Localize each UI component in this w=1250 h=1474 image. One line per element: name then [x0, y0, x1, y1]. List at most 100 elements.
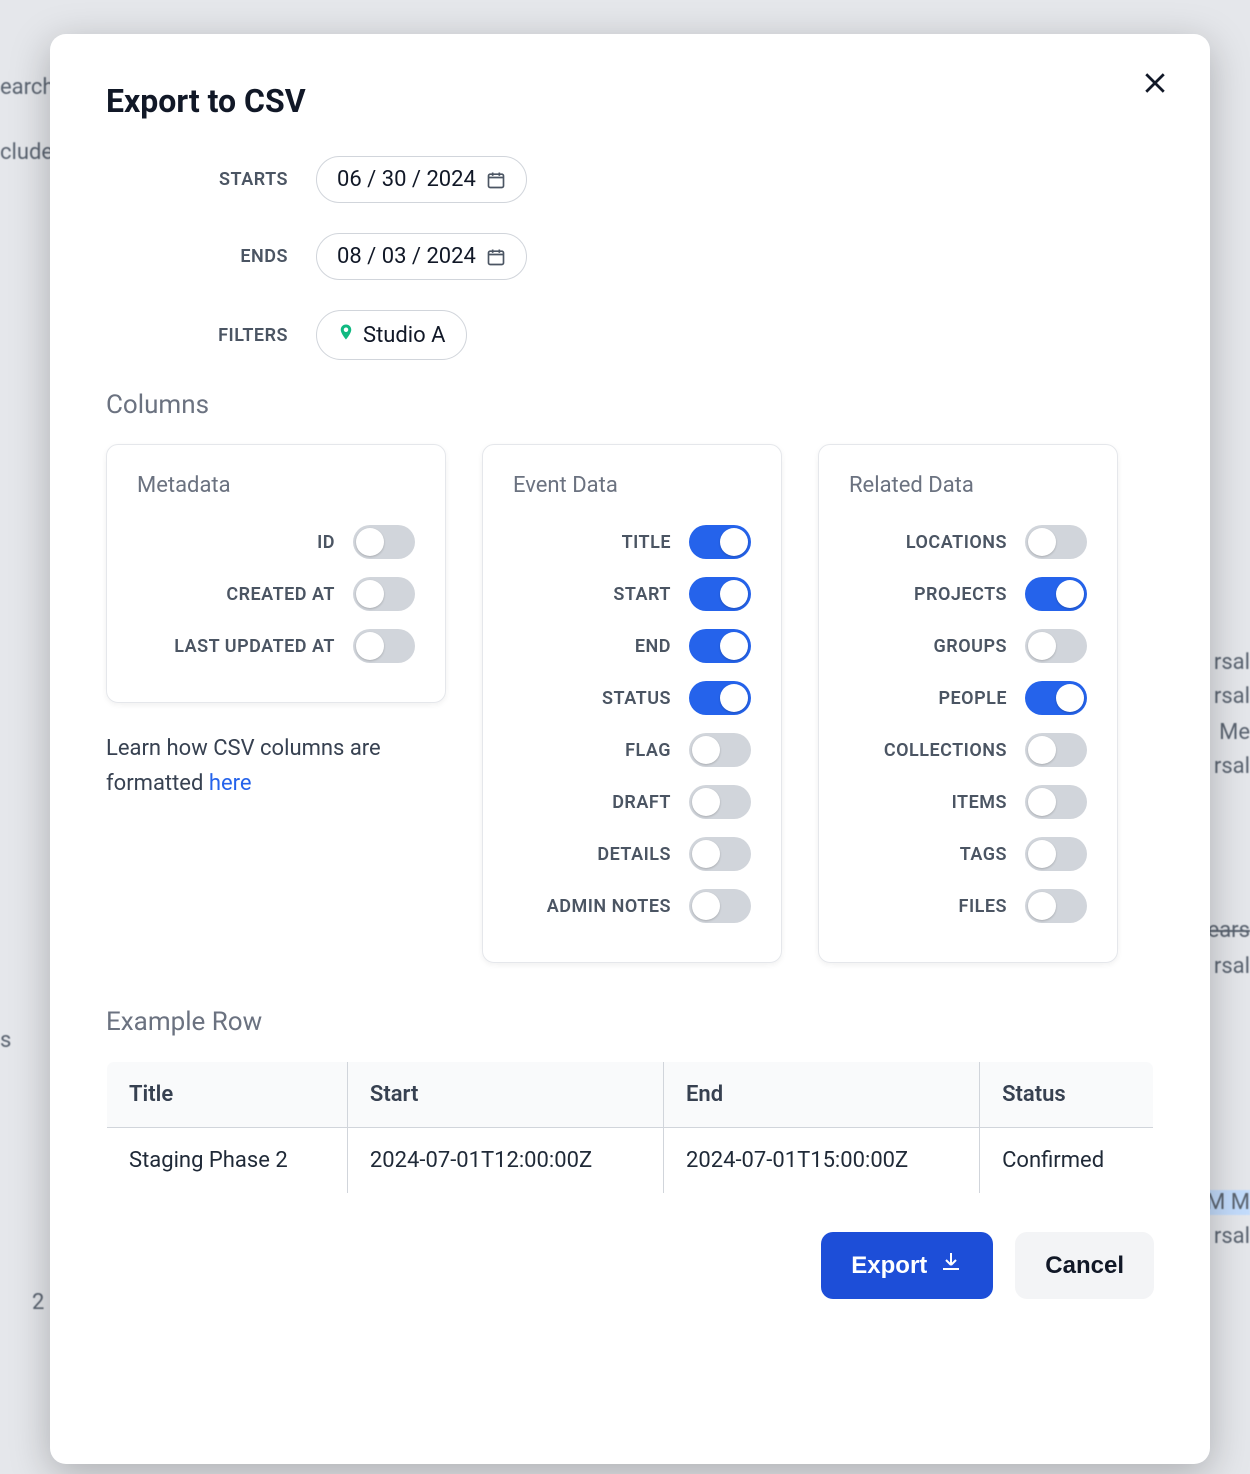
toggle-row: COLLECTIONS [849, 724, 1087, 776]
toggle-collections[interactable] [1025, 733, 1087, 767]
modal-title: Export to CSV [106, 82, 1154, 120]
export-button[interactable]: Export [821, 1232, 993, 1299]
columns-heading: Columns [106, 390, 1154, 420]
toggle-start[interactable] [689, 577, 751, 611]
bg-text: 2 [32, 1290, 44, 1315]
example-th-end: End [664, 1062, 980, 1128]
related-data-card-title: Related Data [849, 473, 1087, 498]
toggle-label: COLLECTIONS [884, 740, 1007, 761]
bg-text: rsal [1214, 684, 1250, 709]
toggle-label: STATUS [602, 688, 671, 709]
toggle-title[interactable] [689, 525, 751, 559]
export-csv-modal: Export to CSV STARTS 06 / 30 / 2024 ENDS… [50, 34, 1210, 1464]
toggle-label: DETAILS [597, 844, 671, 865]
toggle-groups[interactable] [1025, 629, 1087, 663]
toggle-row: DRAFT [513, 776, 751, 828]
toggle-row: TAGS [849, 828, 1087, 880]
example-th-start: Start [347, 1062, 663, 1128]
example-th-title: Title [107, 1062, 348, 1128]
bg-text: Me [1219, 720, 1250, 745]
modal-backdrop: earch clude s 2 rsal rsal Me rsal ears r… [0, 0, 1250, 1474]
calendar-icon [486, 247, 506, 267]
toggle-row: TITLE [513, 516, 751, 568]
metadata-card: Metadata ID CREATED AT LAST UPDATED AT [106, 444, 446, 703]
toggle-id[interactable] [353, 525, 415, 559]
toggle-row: FILES [849, 880, 1087, 932]
close-button[interactable] [1140, 68, 1170, 102]
toggle-label: LOCATIONS [906, 532, 1007, 553]
toggle-label: ITEMS [952, 792, 1007, 813]
toggle-label: DRAFT [612, 792, 671, 813]
filters-label: FILTERS [162, 325, 288, 346]
example-table: Title Start End Status Staging Phase 2 2… [106, 1061, 1154, 1194]
toggle-row: START [513, 568, 751, 620]
bg-text: rsal [1214, 650, 1250, 675]
toggle-label: FLAG [625, 740, 671, 761]
helper-text: Learn how CSV columns are formatted here [106, 731, 406, 801]
toggle-row: LAST UPDATED AT [137, 620, 415, 672]
toggle-details[interactable] [689, 837, 751, 871]
bg-text: clude [0, 140, 53, 165]
metadata-card-title: Metadata [137, 473, 415, 498]
toggle-tags[interactable] [1025, 837, 1087, 871]
toggle-label: PEOPLE [938, 688, 1007, 709]
toggle-label: TITLE [622, 532, 671, 553]
bg-text: M M [1206, 1190, 1250, 1215]
related-data-card: Related Data LOCATIONS PROJECTS GROUPS PEOP… [818, 444, 1118, 963]
toggle-label: LAST UPDATED AT [174, 636, 335, 657]
bg-text: rsal [1214, 754, 1250, 779]
starts-label: STARTS [162, 169, 288, 190]
toggle-row: DETAILS [513, 828, 751, 880]
toggle-row: ITEMS [849, 776, 1087, 828]
toggle-row: STATUS [513, 672, 751, 724]
toggle-row: ADMIN NOTES [513, 880, 751, 932]
toggle-label: ADMIN NOTES [547, 896, 671, 917]
filter-chip-label: Studio A [363, 323, 446, 348]
toggle-label: FILES [959, 896, 1007, 917]
toggle-files[interactable] [1025, 889, 1087, 923]
toggle-items[interactable] [1025, 785, 1087, 819]
toggle-flag[interactable] [689, 733, 751, 767]
toggle-row: GROUPS [849, 620, 1087, 672]
example-td-status: Confirmed [980, 1128, 1154, 1194]
toggle-label: GROUPS [934, 636, 1007, 657]
event-data-card: Event Data TITLESTARTENDSTATUSFLAGDRAFTD… [482, 444, 782, 963]
toggle-people[interactable] [1025, 681, 1087, 715]
helper-link-here[interactable]: here [209, 771, 252, 796]
download-icon [939, 1250, 963, 1281]
ends-date-input[interactable]: 08 / 03 / 2024 [316, 233, 527, 280]
toggle-row: PEOPLE [849, 672, 1087, 724]
ends-date-value: 08 / 03 / 2024 [337, 244, 476, 269]
location-pin-icon [337, 321, 355, 349]
toggle-row: CREATED AT [137, 568, 415, 620]
toggle-last-updated-at[interactable] [353, 629, 415, 663]
starts-date-value: 06 / 30 / 2024 [337, 167, 476, 192]
toggle-row: LOCATIONS [849, 516, 1087, 568]
calendar-icon [486, 170, 506, 190]
table-row: Staging Phase 2 2024-07-01T12:00:00Z 202… [107, 1128, 1154, 1194]
toggle-projects[interactable] [1025, 577, 1087, 611]
example-td-title: Staging Phase 2 [107, 1128, 348, 1194]
toggle-label: CREATED AT [226, 584, 335, 605]
ends-label: ENDS [162, 246, 288, 267]
example-td-end: 2024-07-01T15:00:00Z [664, 1128, 980, 1194]
example-row-heading: Example Row [106, 1007, 1154, 1037]
starts-date-input[interactable]: 06 / 30 / 2024 [316, 156, 527, 203]
date-filter-form: STARTS 06 / 30 / 2024 ENDS 08 / 03 / 202… [162, 156, 1154, 360]
toggle-row: END [513, 620, 751, 672]
toggle-row: FLAG [513, 724, 751, 776]
toggle-admin-notes[interactable] [689, 889, 751, 923]
cancel-button[interactable]: Cancel [1015, 1232, 1154, 1299]
toggle-draft[interactable] [689, 785, 751, 819]
toggle-label: TAGS [960, 844, 1007, 865]
toggle-label: END [635, 636, 671, 657]
toggle-created-at[interactable] [353, 577, 415, 611]
bg-text: ears [1208, 918, 1250, 943]
toggle-row: PROJECTS [849, 568, 1087, 620]
toggle-locations[interactable] [1025, 525, 1087, 559]
toggle-end[interactable] [689, 629, 751, 663]
filter-chip-studio-a[interactable]: Studio A [316, 310, 467, 360]
bg-text: rsal [1214, 1224, 1250, 1249]
toggle-row: ID [137, 516, 415, 568]
toggle-status[interactable] [689, 681, 751, 715]
